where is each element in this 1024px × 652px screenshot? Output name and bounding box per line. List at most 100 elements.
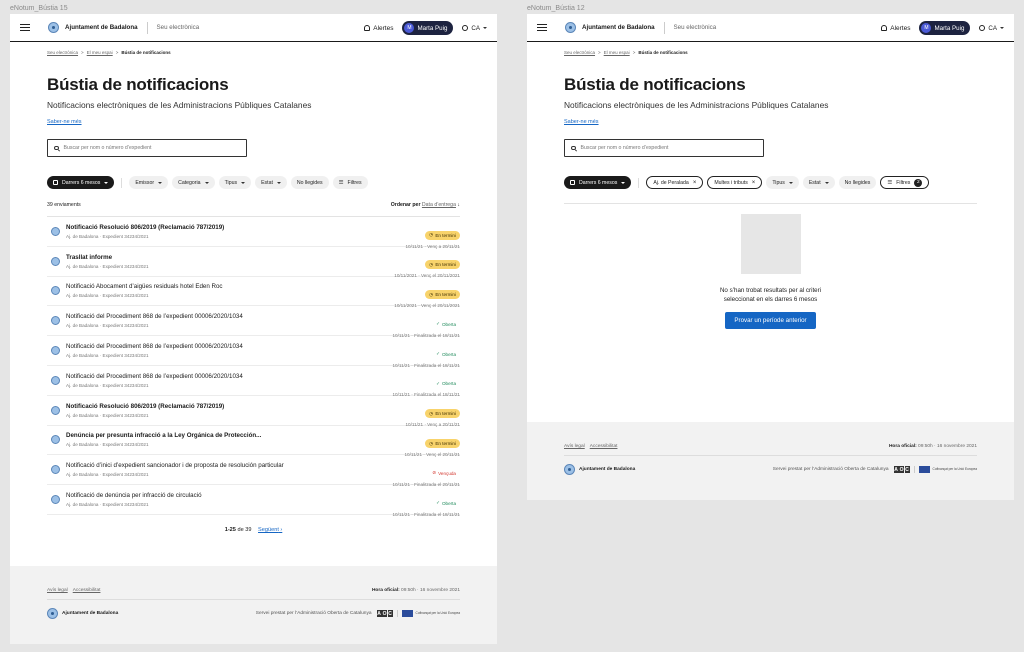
list-item[interactable]: Notificació d’inici d’expedient sanciona…	[47, 455, 460, 487]
check-icon: ✓	[436, 500, 440, 506]
time-label: Hora oficial:	[888, 444, 917, 449]
language-select[interactable]: CA	[979, 25, 1004, 32]
legal-link[interactable]: Avís legal	[564, 444, 585, 449]
close-icon[interactable]: ×	[693, 180, 697, 186]
footer-org[interactable]: Ajuntament de Badalona	[62, 611, 118, 616]
item-title[interactable]: Denúncia per presunta infracció a la Ley…	[66, 432, 460, 439]
alerts-button[interactable]: Alertes	[364, 25, 393, 32]
site-name[interactable]: Seu electrònica	[157, 24, 200, 31]
chevron-down-icon	[241, 181, 246, 184]
categoria-filter[interactable]: Categoria	[172, 176, 215, 189]
page-range: 1-25	[224, 526, 236, 533]
emissor-filter[interactable]: Emissor	[129, 176, 169, 189]
unread-filter[interactable]: No llegides	[290, 176, 329, 189]
user-name: Marta Puig	[417, 24, 448, 32]
list-item[interactable]: Notificació Resolució 806/2019 (Reclamac…	[47, 396, 460, 427]
empty-message: No s’han trobat resultats per al criteri…	[527, 287, 1014, 305]
empty-line: No s’han trobat resultats per al criteri	[719, 287, 822, 294]
list-item[interactable]: Trasllat informe Aj. de Badalona · Expedi…	[47, 247, 460, 278]
list-item[interactable]: Notificació de denúncia per infracció de…	[47, 485, 460, 517]
estat-filter[interactable]: Estat	[255, 176, 287, 189]
alerts-button[interactable]: Alertes	[881, 25, 910, 32]
user-menu-button[interactable]: M Marta Puig	[402, 21, 454, 35]
language-label: CA	[988, 24, 997, 32]
more-filters-button[interactable]: ☰ Filtres 2	[880, 176, 930, 189]
globe-icon	[979, 25, 986, 31]
breadcrumb-separator: >	[81, 50, 84, 55]
notification-list: Notificació Resolució 806/2019 (Reclamac…	[47, 217, 460, 517]
period-label: Darrers 6 mesos	[579, 179, 618, 186]
breadcrumb-link[interactable]: El meu espai	[604, 50, 630, 55]
tipus-filter[interactable]: Tipus	[218, 176, 252, 189]
official-time: Hora oficial: 09:50h · 16 novembre 2021	[889, 444, 977, 449]
list-item[interactable]: Notificació del Procediment 868 de l’exp…	[47, 306, 460, 338]
filter-divider	[638, 177, 640, 188]
breadcrumb-separator: >	[598, 50, 601, 55]
search-input[interactable]: Buscar per nom o número d’expedient	[564, 139, 764, 157]
calendar-icon	[570, 180, 575, 185]
sender-seal-icon	[51, 375, 60, 385]
footer-org[interactable]: Ajuntament de Badalona	[579, 467, 635, 472]
search-input[interactable]: Buscar per nom o número d’expedient	[47, 139, 247, 157]
list-item[interactable]: Notificació Resolució 806/2019 (Reclamac…	[47, 217, 460, 249]
check-icon: ✓	[436, 380, 440, 386]
status-badge: ◷ En termini	[425, 290, 460, 300]
period-filter[interactable]: Darrers 6 mesos	[564, 176, 632, 189]
close-icon[interactable]: ×	[752, 180, 756, 186]
sort-control[interactable]: Ordenar per Data d’entrega ↓	[391, 202, 460, 208]
site-name[interactable]: Seu electrònica	[674, 24, 717, 31]
sort-value[interactable]: Data d’entrega	[422, 202, 456, 208]
org-name[interactable]: Ajuntament de Badalona	[65, 24, 138, 31]
learn-more-link[interactable]: Saber-ne més	[47, 119, 82, 125]
chevron-down-icon	[276, 181, 281, 184]
list-item[interactable]: Notificació del Procediment 868 de l’exp…	[47, 366, 460, 397]
estat-filter[interactable]: Estat	[802, 176, 835, 189]
active-filter-chip[interactable]: Multes i tributs ×	[707, 176, 763, 189]
breadcrumb-link[interactable]: Seu electrònica	[564, 50, 595, 55]
clock-icon: ◷	[429, 440, 434, 446]
breadcrumb-separator: >	[115, 50, 119, 55]
status-badge: ⊘ Vençuda	[428, 469, 460, 478]
bell-icon	[364, 25, 371, 31]
period-filter[interactable]: Darrers 6 mesos	[47, 176, 115, 189]
status-label: En termini	[435, 441, 456, 447]
chevron-down-icon	[483, 27, 487, 29]
legal-link[interactable]: Avís legal	[47, 588, 68, 593]
empty-state: No s’han trobat resultats per al criteri…	[527, 214, 1014, 329]
pagination: 1-25 de 39 Següent ›	[47, 527, 460, 533]
more-filters-button[interactable]: ☰ Filtres	[332, 176, 368, 189]
list-item[interactable]: Notificació Abocament d’aigües residuals…	[47, 277, 460, 308]
user-menu-button[interactable]: M Marta Puig	[919, 21, 971, 35]
tipus-filter[interactable]: Tipus	[766, 176, 799, 189]
active-filter-chip[interactable]: Aj. de Peralada ×	[646, 176, 704, 189]
try-previous-period-button[interactable]: Provar un període anterior	[725, 311, 816, 329]
frame-label: eNotum_Bústia 15	[10, 5, 68, 12]
breadcrumb-link[interactable]: El meu espai	[87, 50, 113, 55]
org-name[interactable]: Ajuntament de Badalona	[582, 24, 655, 31]
service-text: Servei prestat per l’Administració Obert…	[255, 611, 372, 616]
eu-flag-icon	[918, 466, 930, 473]
status-label: En termini	[435, 411, 456, 417]
menu-icon[interactable]	[537, 24, 547, 31]
item-title[interactable]: Notificació Resolució 806/2019 (Reclamac…	[66, 224, 460, 231]
breadcrumb-link[interactable]: Seu electrònica	[47, 50, 78, 55]
accessibility-link[interactable]: Accessibilitat	[73, 588, 101, 593]
accessibility-link[interactable]: Accessibilitat	[590, 444, 618, 449]
frame-list-view: Ajuntament de Badalona Seu electrònica A…	[10, 14, 497, 644]
status-badge: ✓ Oberta	[432, 499, 460, 508]
sort-label: Ordenar per	[390, 202, 421, 208]
next-page-link[interactable]: Següent ›	[258, 527, 282, 533]
unread-filter[interactable]: No llegides	[838, 176, 877, 189]
learn-more-link[interactable]: Saber-ne més	[564, 119, 599, 125]
arrow-down-icon: ↓	[457, 202, 460, 208]
list-item[interactable]: Notificació del Procediment 868 de l’exp…	[47, 336, 460, 368]
clock-icon: ◷	[429, 232, 434, 237]
menu-icon[interactable]	[20, 24, 30, 31]
language-select[interactable]: CA	[462, 25, 487, 32]
eu-text: Cofinançat per la Unió Europea	[932, 466, 977, 471]
empty-illustration	[740, 214, 801, 274]
status-label: Oberta	[441, 381, 456, 387]
search-placeholder: Buscar per nom o número d’expedient	[63, 145, 152, 151]
item-title[interactable]: Notificació Resolució 806/2019 (Reclamac…	[66, 403, 460, 410]
list-item[interactable]: Denúncia per presunta infracció a la Ley…	[47, 426, 460, 457]
